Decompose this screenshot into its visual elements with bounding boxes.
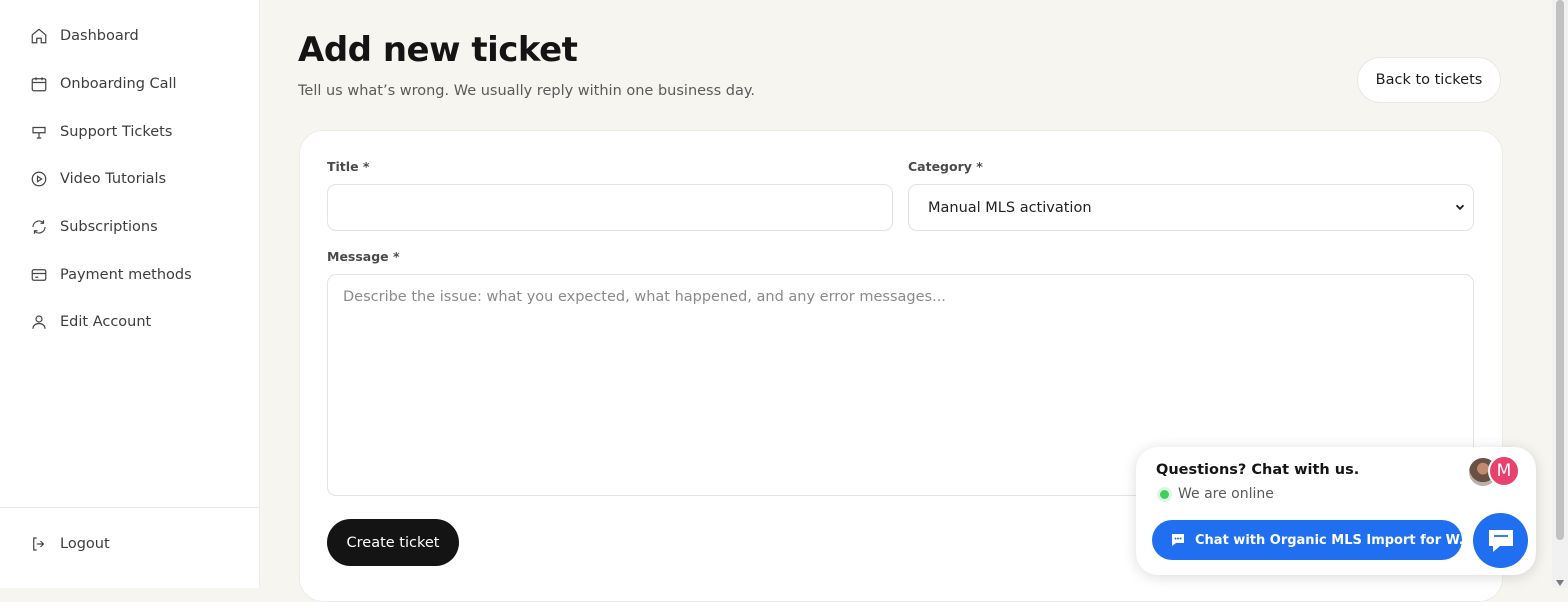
chat-message-icon [1488,529,1513,552]
start-chat-label: Chat with Organic MLS Import for W... [1195,532,1462,548]
category-label: Category * [908,159,983,174]
scrollbar-thumb[interactable] [1556,0,1564,540]
sidebar-item-support-tickets[interactable]: Support Tickets [30,120,172,144]
sidebar-item-label: Support Tickets [60,124,173,140]
sidebar-item-video-tutorials[interactable]: Video Tutorials [30,167,166,191]
message-placeholder: Describe the issue: what you expected, w… [343,289,946,305]
title-input[interactable] [327,184,893,231]
logout-icon [33,537,45,551]
play-circle-icon [31,171,47,187]
sidebar-item-label: Onboarding Call [60,76,177,92]
page-subtitle: Tell us what’s wrong. We usually reply w… [298,83,755,99]
refresh-icon [32,220,46,234]
agent-avatar-initial: M [1488,455,1520,487]
sidebar-item-payment-methods[interactable]: Payment methods [30,263,192,287]
sidebar-item-label: Payment methods [60,267,192,283]
sidebar-divider [0,507,259,508]
sign-icon [32,126,46,139]
page-scrollbar[interactable] [1552,0,1568,588]
sidebar-item-subscriptions[interactable]: Subscriptions [30,215,158,239]
home-icon [31,28,47,44]
sidebar-item-label: Dashboard [60,28,139,44]
chat-widget: Questions? Chat with us. M We are online… [1136,447,1536,575]
message-label: Message * [327,249,400,264]
chat-bubble-icon [1172,534,1184,546]
sidebar: Dashboard Onboarding Call Support Ticket… [0,0,260,588]
calendar-icon [31,77,47,92]
back-to-tickets-button[interactable]: Back to tickets [1357,57,1501,103]
title-label: Title * [327,159,370,174]
chevron-down-icon [1455,204,1465,211]
page-title: Add new ticket [298,30,578,70]
online-status-icon [1160,490,1169,499]
create-ticket-button[interactable]: Create ticket [327,519,459,566]
chat-status: We are online [1178,486,1274,502]
sidebar-item-onboarding-call[interactable]: Onboarding Call [30,72,177,96]
sidebar-item-label: Video Tutorials [60,171,167,187]
sidebar-item-edit-account[interactable]: Edit Account [30,310,151,334]
start-chat-button[interactable]: Chat with Organic MLS Import for W... [1152,520,1462,560]
chat-launcher-button[interactable] [1473,513,1528,568]
category-selected-value: Manual MLS activation [928,199,1092,216]
category-select[interactable]: Manual MLS activation [908,184,1474,231]
scroll-down-arrow-icon[interactable] [1556,580,1564,586]
sidebar-item-label: Edit Account [60,314,152,330]
sidebar-item-dashboard[interactable]: Dashboard [30,24,139,48]
sidebar-item-logout[interactable]: Logout [30,532,110,556]
sidebar-item-label: Logout [60,536,110,552]
chat-title: Questions? Chat with us. [1156,462,1360,478]
sidebar-item-label: Subscriptions [60,219,158,235]
credit-card-icon [31,269,47,281]
user-icon [32,315,46,329]
